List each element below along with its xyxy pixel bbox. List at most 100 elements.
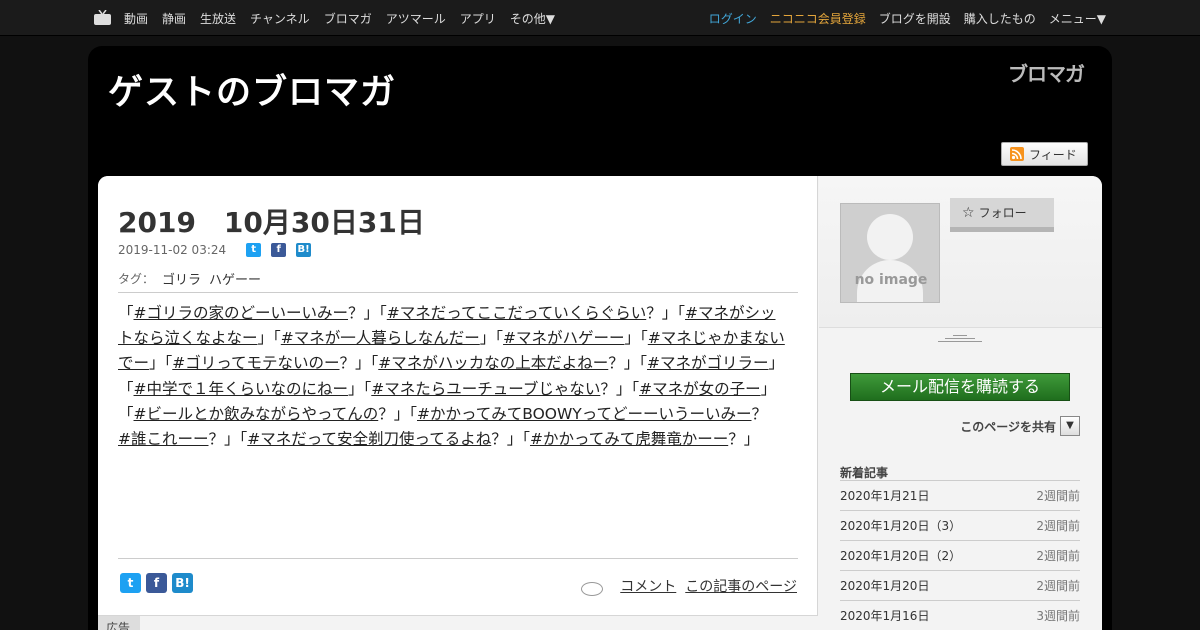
collapse-grip-icon[interactable] [938, 335, 982, 343]
body-text: ？」「 [491, 430, 530, 449]
facebook-share-icon[interactable]: f [271, 243, 287, 257]
subscribe-button[interactable]: メール配信を購読する [850, 373, 1070, 401]
tag-item[interactable]: ゴリラ [162, 269, 201, 288]
nav-right-menu: ログイン ニコニコ会員登録 ブログを開設 購入したもの メニュー▼ [696, 0, 1106, 36]
nav-item[interactable]: チャンネル [250, 10, 310, 27]
recent-article-title[interactable]: 2020年1月21日 [840, 487, 929, 504]
hatena-bookmark-icon[interactable]: B! [172, 573, 193, 593]
hashtag-link[interactable]: #マネがゴリラー [647, 354, 769, 372]
avatar[interactable]: no image [840, 203, 940, 303]
nav-left-menu: 動画 静画 生放送 チャンネル ブロマガ アツマール アプリ その他▼ [124, 0, 569, 36]
body-text: 「 [118, 304, 134, 322]
twitter-share-icon[interactable]: t [246, 243, 262, 257]
permalink-link[interactable]: この記事のページ [685, 576, 797, 596]
recent-article-title[interactable]: 2020年1月20日（3） [840, 517, 961, 534]
content-area: 2019 10月30日31日 2019-11-02 03:24 t f B! タ… [98, 176, 1102, 630]
hashtag-link[interactable]: #誰これーー [118, 430, 209, 448]
tags-label: タグ： [118, 272, 155, 286]
comment-link[interactable]: コメント [620, 576, 676, 596]
body-text: 」「 [479, 329, 504, 348]
facebook-share-icon[interactable]: f [146, 573, 167, 593]
nav-item[interactable]: ブロマガ [324, 10, 372, 27]
article-body: 「#ゴリラの家のどーいーいみー？」「#マネだってここだっていくらぐらい？」「#マ… [118, 301, 790, 452]
hashtag-link[interactable]: #ビールとか飲みながらやってんの [134, 405, 379, 423]
recent-article-row[interactable]: 2020年1月21日 2週間前 [840, 481, 1080, 511]
recent-article-age: 2週間前 [1036, 489, 1080, 503]
recent-article-title[interactable]: 2020年1月20日 [840, 577, 929, 594]
blog-title[interactable]: ゲストのブロマガ [108, 64, 396, 115]
recent-article-row[interactable]: 2020年1月16日 3週間前 [840, 601, 1080, 630]
article-footer-links: コメント この記事のページ [581, 576, 797, 596]
ad-label: 広告 [98, 616, 140, 630]
body-text: ？」「 [600, 379, 640, 398]
twitter-share-icon[interactable]: t [120, 573, 141, 593]
body-text: 」「 [624, 329, 648, 348]
hashtag-link[interactable]: #マネたらユーチューブじゃない [371, 380, 600, 398]
body-text: 」「 [348, 379, 372, 398]
body-text: ？ [751, 404, 783, 423]
nav-item[interactable]: 静画 [162, 10, 186, 27]
article-date: 2019-11-02 03:24 [118, 243, 227, 257]
register-link[interactable]: ニコニコ会員登録 [770, 10, 866, 27]
blomaga-logo[interactable]: ブロマガ [1008, 58, 1085, 87]
hashtag-link[interactable]: #ゴリラの家のどーいーいみー [134, 304, 349, 322]
body-text: 」「 [257, 329, 281, 348]
follow-button[interactable]: ☆ フォロー [950, 198, 1054, 232]
hashtag-link[interactable]: #かかってみて虎舞竜かーー [530, 430, 728, 448]
hashtag-link[interactable]: #マネが女の子ー [639, 380, 761, 398]
nav-item[interactable]: 動画 [124, 10, 148, 27]
hashtag-link[interactable]: #マネがハゲーー [503, 329, 625, 347]
recent-article-age: 2週間前 [1036, 519, 1080, 533]
sidebar: no image ☆ フォロー メール配信を購読する このページを共有 ▼ 新着… [819, 176, 1102, 630]
hatena-bookmark-icon[interactable]: B! [296, 243, 312, 257]
share-small: t f B! [246, 243, 321, 257]
menu-dropdown[interactable]: メニュー▼ [1049, 10, 1106, 27]
hashtag-link[interactable]: #マネが一人暮らしなんだー [281, 329, 480, 347]
feed-label: フィード [1029, 147, 1077, 162]
body-text: ？」「 [608, 354, 648, 373]
login-link[interactable]: ログイン [709, 10, 757, 27]
recent-article-row[interactable]: 2020年1月20日 2週間前 [840, 571, 1080, 601]
share-page-label: このページを共有 [960, 419, 1056, 434]
body-text: ？」 [728, 430, 760, 449]
nav-item[interactable]: 生放送 [200, 10, 236, 27]
profile-box: no image ☆ フォロー [819, 176, 1102, 328]
article-tags: タグ： ゴリラ ハゲーー [118, 269, 261, 288]
body-text: ？」「 [339, 354, 379, 373]
divider [118, 558, 798, 559]
feed-button[interactable]: フィード [1001, 142, 1088, 166]
share-dropdown-icon[interactable]: ▼ [1060, 416, 1080, 436]
hashtag-link[interactable]: #ゴリってモテないのー [172, 354, 339, 372]
star-icon: ☆ [962, 204, 975, 221]
body-text: ？」「 [348, 304, 387, 322]
tag-item[interactable]: ハゲーー [209, 269, 261, 288]
article: 2019 10月30日31日 2019-11-02 03:24 t f B! タ… [98, 176, 818, 616]
article-meta: 2019-11-02 03:24 t f B! [118, 243, 321, 257]
open-blog-link[interactable]: ブログを開設 [879, 10, 951, 27]
share-page: このページを共有 ▼ [960, 416, 1080, 436]
purchased-link[interactable]: 購入したもの [964, 10, 1036, 27]
divider [118, 292, 798, 293]
recent-heading: 新着記事 [840, 466, 889, 480]
hashtag-link[interactable]: #マネがハッカなの上本だよねー [378, 354, 608, 372]
recent-article-title[interactable]: 2020年1月20日（2） [840, 547, 961, 564]
body-text: ？」「 [646, 304, 685, 322]
hashtag-link[interactable]: #中学で１年くらいなのにねー [134, 380, 349, 398]
body-text: ？」「 [378, 404, 417, 423]
share-large: t f B! [120, 573, 198, 593]
recent-article-title[interactable]: 2020年1月16日 [840, 607, 929, 624]
recent-article-age: 2週間前 [1036, 549, 1080, 563]
niconico-tv-icon[interactable] [94, 10, 111, 25]
recent-article-row[interactable]: 2020年1月20日（3） 2週間前 [840, 511, 1080, 541]
article-title[interactable]: 2019 10月30日31日 [118, 201, 425, 241]
hashtag-link[interactable]: #かかってみてBOOWYってどーーいうーいみー [417, 405, 752, 423]
recent-article-row[interactable]: 2020年1月20日（2） 2週間前 [840, 541, 1080, 571]
recent-article-age: 3週間前 [1036, 609, 1080, 623]
hashtag-link[interactable]: #マネだってここだっていくらぐらい [387, 304, 646, 322]
nav-item[interactable]: アプリ [460, 10, 496, 27]
recent-articles: 2020年1月21日 2週間前 2020年1月20日（3） 2週間前 2020年1月20… [840, 480, 1080, 630]
nav-item[interactable]: アツマール [386, 10, 446, 27]
body-text: ？」「 [208, 430, 248, 449]
hashtag-link[interactable]: #マネだって安全剃刀使ってるよね [247, 430, 491, 448]
nav-item[interactable]: その他▼ [510, 10, 555, 27]
